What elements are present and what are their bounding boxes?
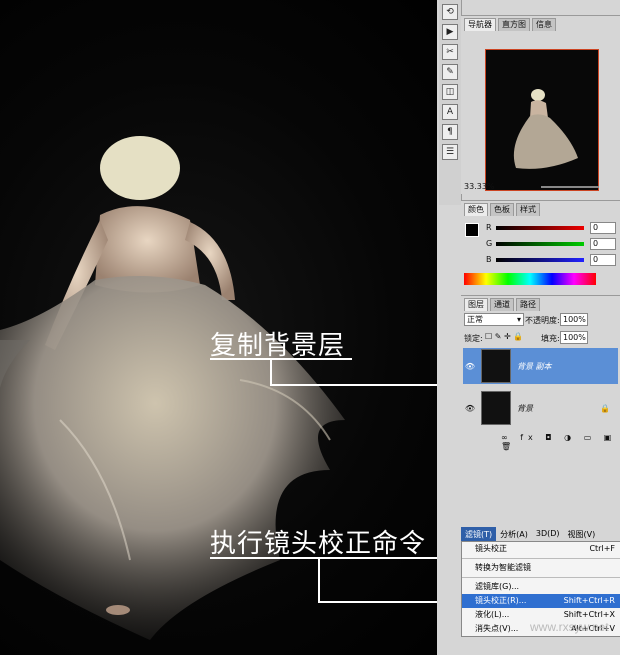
menu-item-last-filter[interactable]: 镜头校正 Ctrl+F xyxy=(462,542,620,556)
tab-paths[interactable]: 路径 xyxy=(516,298,540,311)
brush-icon[interactable]: ✎ xyxy=(442,64,458,80)
menu-item-label: 镜头校正(R)... xyxy=(475,596,527,605)
paragraph-icon[interactable]: ¶ xyxy=(442,124,458,140)
red-slider[interactable] xyxy=(496,226,584,230)
layer-name: 背景 副本 xyxy=(517,361,552,371)
chevron-down-icon: ▾ xyxy=(516,315,521,324)
tab-navigator[interactable]: 导航器 xyxy=(464,18,496,31)
tab-color[interactable]: 颜色 xyxy=(464,203,488,216)
menu-item-shortcut: Ctrl+F xyxy=(589,544,615,553)
menu-item-convert-smart-filter[interactable]: 转换为智能滤镜 xyxy=(462,561,620,575)
menu-view[interactable]: 视图(V) xyxy=(564,527,600,541)
navigator-zoom[interactable]: 33.33% xyxy=(464,182,495,191)
navigator-preview[interactable] xyxy=(485,49,599,191)
fill-label: 填充: xyxy=(541,334,560,343)
watermark: www.rxsyw.net xyxy=(530,620,609,634)
red-value-field[interactable]: 0 xyxy=(590,222,616,234)
menu-item-label: 滤镜库(G)... xyxy=(475,582,520,591)
history-icon[interactable]: ⟲ xyxy=(442,4,458,20)
layer-thumbnail xyxy=(481,349,511,383)
tab-channels[interactable]: 通道 xyxy=(490,298,514,311)
callout-connector xyxy=(318,557,320,603)
tab-info[interactable]: 信息 xyxy=(532,18,556,31)
foreground-color[interactable] xyxy=(465,223,479,237)
callout-lens-correction: 执行镜头校正命令 xyxy=(210,529,427,559)
menu-item-filter-gallery[interactable]: 滤镜库(G)... xyxy=(462,580,620,594)
menu-item-label: 转换为智能滤镜 xyxy=(475,563,531,572)
character-icon[interactable]: A xyxy=(442,104,458,120)
zoom-slider[interactable] xyxy=(541,186,599,188)
panel-icon-strip: ⟲ ▶ ✂ ✎ ◫ A ¶ ☰ xyxy=(439,0,462,205)
layer-row-background-copy[interactable]: 👁 背景 副本 xyxy=(463,348,618,384)
menu-separator xyxy=(462,558,620,559)
lock-icons[interactable]: ☐ ✎ ✛ 🔒 xyxy=(485,332,523,341)
menu-analysis[interactable]: 分析(A) xyxy=(496,527,532,541)
tab-histogram[interactable]: 直方图 xyxy=(498,18,530,31)
menu-bar: 滤镜(T) 分析(A) 3D(D) 视图(V) xyxy=(461,527,620,541)
callout-underline xyxy=(210,358,352,360)
green-value-field[interactable]: 0 xyxy=(590,238,616,250)
blue-slider[interactable] xyxy=(496,258,584,262)
callout-underline xyxy=(210,557,442,559)
menu-item-label: 消失点(V)... xyxy=(475,624,519,633)
layer-thumbnail xyxy=(481,391,511,425)
blend-mode-select[interactable]: 正常 ▾ xyxy=(464,313,524,326)
lock-icon: 🔒 xyxy=(600,403,610,413)
menu-item-shortcut: Shift+Ctrl+R xyxy=(563,596,615,605)
channel-label: B xyxy=(486,255,492,264)
color-spectrum[interactable] xyxy=(464,273,596,285)
tab-styles[interactable]: 样式 xyxy=(516,203,540,216)
clone-icon[interactable]: ◫ xyxy=(442,84,458,100)
menu-3d[interactable]: 3D(D) xyxy=(532,527,564,541)
opacity-field[interactable]: 100% xyxy=(560,313,588,326)
channel-label: G xyxy=(486,239,493,248)
blend-mode-value: 正常 xyxy=(467,315,483,324)
tools-icon[interactable]: ✂ xyxy=(442,44,458,60)
tab-layers[interactable]: 图层 xyxy=(464,298,488,311)
layer-comps-icon[interactable]: ☰ xyxy=(442,144,458,160)
actions-icon[interactable]: ▶ xyxy=(442,24,458,40)
callout-duplicate-layer: 复制背景层 xyxy=(210,331,346,361)
eye-icon[interactable]: 👁 xyxy=(463,404,477,413)
channel-label: R xyxy=(486,223,492,232)
layer-row-background[interactable]: 👁 背景 🔒 xyxy=(463,390,618,426)
fill-field[interactable]: 100% xyxy=(560,331,588,344)
opacity-label: 不透明度: xyxy=(525,316,560,325)
eye-icon[interactable]: 👁 xyxy=(463,362,477,371)
menu-separator xyxy=(462,577,620,578)
menu-filter[interactable]: 滤镜(T) xyxy=(461,527,497,541)
layers-footer-icons[interactable]: ∞ fx ◘ ◑ ▭ ▣ 🗑 xyxy=(501,433,620,451)
lock-label: 锁定: xyxy=(464,334,483,343)
navigator-panel: 导航器 直方图 信息 33.33% xyxy=(461,15,620,194)
layers-panel: 图层 通道 路径 正常 ▾ 不透明度: 100% 锁定: ☐ ✎ ✛ 🔒 填充:… xyxy=(461,295,620,451)
green-slider[interactable] xyxy=(496,242,584,246)
navigator-thumbnail xyxy=(513,89,578,169)
blue-value-field[interactable]: 0 xyxy=(590,254,616,266)
menu-item-label: 镜头校正 xyxy=(475,544,507,553)
tab-swatches[interactable]: 色板 xyxy=(490,203,514,216)
menu-item-label: 液化(L)... xyxy=(475,610,510,619)
menu-item-lens-correction[interactable]: 镜头校正(R)... Shift+Ctrl+R xyxy=(462,594,620,608)
callout-connector xyxy=(270,358,272,386)
layer-name: 背景 xyxy=(517,403,533,413)
color-panel: 颜色 色板 样式 R 0 G 0 B 0 xyxy=(461,200,620,289)
